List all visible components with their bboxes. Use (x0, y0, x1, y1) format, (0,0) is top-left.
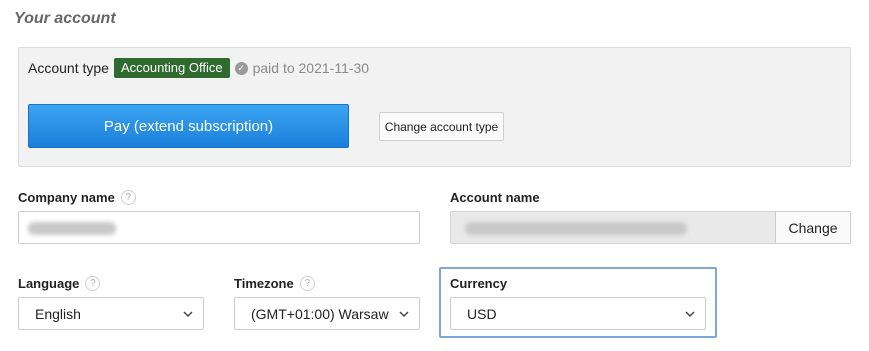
section-title: Your account (14, 10, 116, 27)
currency-label-text: Currency (450, 275, 508, 291)
language-select[interactable]: English (18, 297, 204, 330)
redacted-value (465, 222, 687, 235)
currency-select[interactable]: USD (450, 297, 706, 330)
paid-until-text: paid to 2021-11-30 (252, 60, 370, 76)
account-type-line: Account type Accounting Office ✓ paid to… (28, 58, 369, 78)
help-icon[interactable]: ? (85, 275, 101, 291)
language-value: English (35, 305, 81, 322)
account-name-label-text: Account name (450, 189, 540, 205)
help-icon[interactable]: ? (299, 275, 315, 291)
chevron-down-icon (183, 310, 193, 317)
help-icon[interactable]: ? (120, 189, 136, 205)
chevron-down-icon (399, 310, 409, 317)
account-type-label: Account type (28, 60, 109, 76)
language-label-text: Language (18, 275, 80, 291)
currency-label: Currency (450, 274, 507, 292)
company-name-label: Company name ? (18, 188, 136, 206)
company-name-input[interactable] (18, 211, 420, 244)
change-button[interactable]: Change (775, 211, 851, 244)
currency-value: USD (467, 305, 497, 322)
account-name-input (450, 211, 775, 244)
redacted-value (28, 222, 116, 235)
chevron-down-icon (685, 310, 695, 317)
account-name-label: Account name (450, 188, 540, 206)
check-circle-icon: ✓ (234, 61, 248, 75)
account-type-badge: Accounting Office (113, 58, 230, 78)
company-name-label-text: Company name (18, 189, 115, 205)
language-label: Language ? (18, 274, 101, 292)
timezone-label-text: Timezone (234, 275, 294, 291)
change-account-type-button[interactable]: Change account type (379, 112, 504, 141)
pay-button[interactable]: Pay (extend subscription) (28, 104, 349, 148)
timezone-label: Timezone ? (234, 274, 315, 292)
timezone-select[interactable]: (GMT+01:00) Warsaw (234, 297, 420, 330)
timezone-value: (GMT+01:00) Warsaw (251, 305, 389, 322)
